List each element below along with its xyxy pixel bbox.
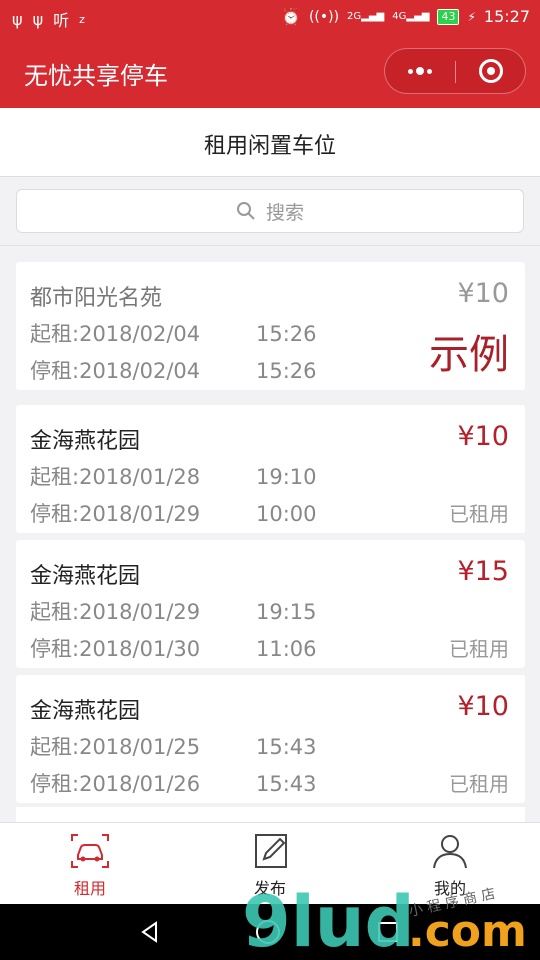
status-right: ⏰ ((•)) 2G▂▄▆ 4G▂▄▆ 43 ⚡ 15:27	[281, 7, 530, 26]
app-bar: 无忧共享停车	[0, 36, 540, 108]
listing-card[interactable]: 金海燕花园 ¥10 起租:2018/01/28 19:10 停租:2018/01/…	[16, 405, 525, 533]
start-label: 起租:	[30, 600, 80, 624]
start-time: 15:26	[256, 322, 317, 346]
start-time: 19:10	[256, 465, 317, 489]
end-date: 2018/01/29	[79, 502, 201, 526]
wifi-icon: ((•))	[308, 8, 340, 25]
end-label: 停租:	[30, 772, 80, 796]
start-date: 2018/02/04	[79, 322, 201, 346]
end-date: 2018/01/26	[79, 772, 201, 796]
page-title: 租用闲置车位	[203, 134, 336, 159]
end-time: 15:43	[256, 772, 317, 796]
rent-start-line: 起租:2018/01/28 19:10	[30, 461, 317, 491]
notification-icon: z	[79, 12, 85, 26]
target-icon[interactable]	[479, 59, 503, 83]
listing-card[interactable]: 都市阳光名苑 ¥10 起租:2018/02/04 15:26 停租:2018/02…	[16, 262, 525, 390]
status-badge: 已租用	[449, 502, 509, 526]
rent-end-line: 停租:2018/01/26 15:43	[30, 768, 317, 798]
listing-card[interactable]: 金海燕花园 ¥10 起租:2018/01/25 15:43 停租:2018/01/…	[16, 675, 525, 803]
listing-card[interactable]: 金海燕花园 ¥15 起租:2018/01/29 19:15 停租:2018/01/…	[16, 540, 525, 668]
network-label-2: 4G	[392, 11, 407, 22]
end-label: 停租:	[30, 359, 80, 383]
app-title: 无忧共享停车	[24, 62, 168, 90]
search-input[interactable]: 搜索	[16, 189, 524, 233]
listing-price: ¥10	[457, 691, 509, 722]
tab-label: 租用	[73, 879, 106, 898]
watermark-logo: 9lud .com 小 程 序 商 店	[242, 882, 527, 956]
edit-icon	[250, 833, 290, 869]
signal-icon: 2G▂▄▆	[347, 11, 385, 22]
listing-price: ¥15	[457, 556, 509, 587]
search-icon	[236, 201, 256, 221]
svg-text:9lud: 9lud	[242, 882, 415, 956]
rent-start-line: 起租:2018/01/25 15:43	[30, 731, 317, 761]
end-time: 11:06	[256, 637, 317, 661]
signal-icon-2: 4G▂▄▆	[392, 11, 430, 22]
mini-program-capsule	[384, 48, 526, 94]
end-label: 停租:	[30, 637, 80, 661]
end-date: 2018/02/04	[79, 359, 201, 383]
start-date: 2018/01/28	[79, 465, 201, 489]
start-time: 15:43	[256, 735, 317, 759]
capsule-divider	[455, 61, 456, 83]
back-icon[interactable]	[138, 920, 162, 944]
rent-end-line: 停租:2018/01/29 10:00	[30, 498, 317, 528]
status-left-text: 听	[53, 11, 70, 30]
status-badge: 已租用	[449, 637, 509, 661]
network-label-1: 2G	[347, 11, 362, 22]
start-label: 起租:	[30, 322, 80, 346]
end-time: 15:26	[256, 359, 317, 383]
listing-price: ¥10	[457, 278, 509, 309]
listing-name: 金海燕花园	[30, 699, 141, 724]
search-area: 搜索	[0, 177, 540, 246]
rent-end-line: 停租:2018/02/04 15:26	[30, 355, 317, 385]
user-icon	[430, 833, 470, 869]
car-icon	[70, 833, 110, 869]
end-time: 10:00	[256, 502, 317, 526]
charging-icon: ⚡	[467, 9, 476, 24]
more-dots-icon[interactable]	[403, 61, 437, 81]
rent-end-line: 停租:2018/01/30 11:06	[30, 633, 317, 663]
tab-rent[interactable]: 租用	[30, 833, 150, 899]
usb-icon: ψ	[12, 9, 23, 29]
start-time: 19:15	[256, 600, 317, 624]
search-placeholder: 搜索	[265, 201, 304, 224]
end-date: 2018/01/30	[79, 637, 201, 661]
end-label: 停租:	[30, 502, 80, 526]
listing-name: 都市阳光名苑	[30, 286, 163, 311]
start-label: 起租:	[30, 465, 80, 489]
status-badge: 已租用	[449, 772, 509, 796]
listing-card-partial[interactable]	[16, 807, 525, 823]
start-date: 2018/01/29	[79, 600, 201, 624]
start-date: 2018/01/25	[79, 735, 201, 759]
listing-name: 金海燕花园	[30, 564, 141, 589]
battery-icon: 43	[437, 8, 460, 25]
status-left: ψ ψ 听 z	[12, 7, 85, 31]
page-header: 租用闲置车位	[0, 108, 540, 177]
status-time: 15:27	[483, 7, 530, 26]
example-mark: 示例	[429, 332, 509, 378]
rent-start-line: 起租:2018/01/29 19:15	[30, 596, 317, 626]
status-bar: ψ ψ 听 z ⏰ ((•)) 2G▂▄▆ 4G▂▄▆ 43 ⚡ 15:27	[0, 0, 540, 36]
usb-icon-2: ψ	[32, 9, 44, 29]
alarm-icon: ⏰	[281, 7, 301, 26]
listing-price: ¥10	[457, 421, 509, 452]
start-label: 起租:	[30, 735, 80, 759]
rent-start-line: 起租:2018/02/04 15:26	[30, 318, 317, 348]
listing-name: 金海燕花园	[30, 429, 141, 454]
